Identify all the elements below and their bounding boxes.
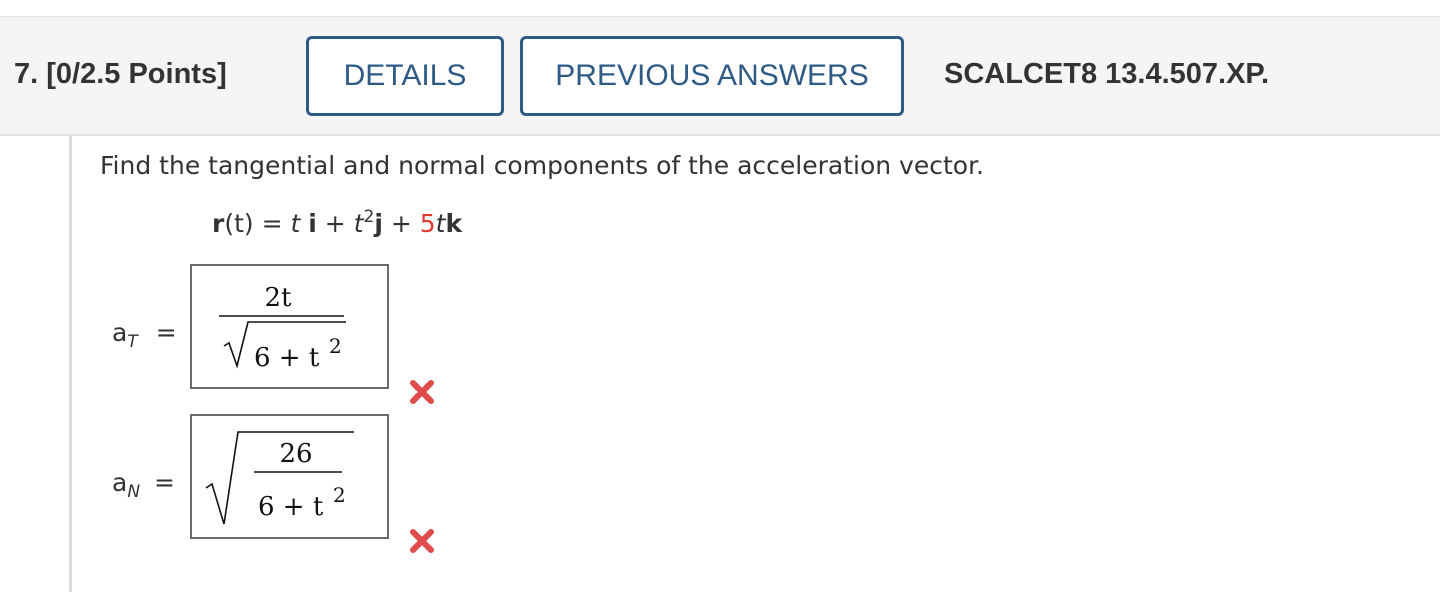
aT-var: a — [112, 318, 128, 347]
aN-answer-box[interactable]: 26 6 + t 2 — [190, 414, 389, 539]
eq-exp: 2 — [363, 207, 375, 227]
aN-numerator: 26 — [279, 439, 312, 469]
question-points: [0/2.5 Points] — [46, 58, 227, 90]
aT-expression: 2t 6 + t 2 — [219, 283, 346, 373]
question-prompt: Find the tangential and normal component… — [100, 151, 985, 180]
aN-denominator: 6 + t — [258, 492, 324, 522]
question-body-rule — [69, 136, 72, 592]
aN-var: a — [112, 468, 128, 497]
question-code: SCALCET8 13.4.507.XP. — [944, 58, 1270, 90]
eq-plus1: + — [316, 209, 354, 238]
aT-denominator: 6 + t — [254, 343, 320, 373]
eq-equals: = — [253, 209, 291, 238]
incorrect-x-mark-icon — [410, 380, 434, 404]
eq-arg: (t) — [224, 209, 254, 238]
aT-label: aT = — [112, 318, 177, 351]
aT-numerator: 2t — [265, 283, 293, 313]
aT-sub: T — [127, 332, 138, 352]
question-number: 7. — [14, 58, 39, 90]
aN-expression: 26 6 + t 2 — [205, 431, 354, 525]
eq-r: r — [212, 209, 225, 238]
eq-t3: t — [435, 209, 446, 238]
eq-j: j — [374, 209, 383, 238]
question-title: 7. [0/2.5 Points] — [14, 58, 227, 91]
eq-t2: t — [353, 209, 364, 238]
aN-sub: N — [127, 482, 141, 502]
previous-answers-button[interactable]: PREVIOUS ANSWERS — [520, 36, 904, 116]
eq-i: i — [308, 209, 317, 238]
eq-coefficient: 5 — [419, 209, 436, 238]
details-button[interactable]: DETAILS — [306, 36, 504, 116]
vector-equation: r(t) = t i + t2j + 5tk — [212, 207, 463, 239]
aT-answer-box[interactable]: 2t 6 + t 2 — [190, 264, 389, 389]
eq-plus2: + — [382, 209, 420, 238]
eq-k: k — [445, 209, 463, 238]
aN-equals: = — [154, 468, 175, 497]
aN-denominator-exp: 2 — [333, 483, 346, 507]
incorrect-x-mark-icon — [410, 529, 434, 553]
aN-label: aN = — [112, 468, 175, 501]
aT-denominator-exp: 2 — [329, 334, 342, 358]
eq-t1: t — [290, 209, 301, 238]
aT-equals: = — [155, 318, 177, 347]
